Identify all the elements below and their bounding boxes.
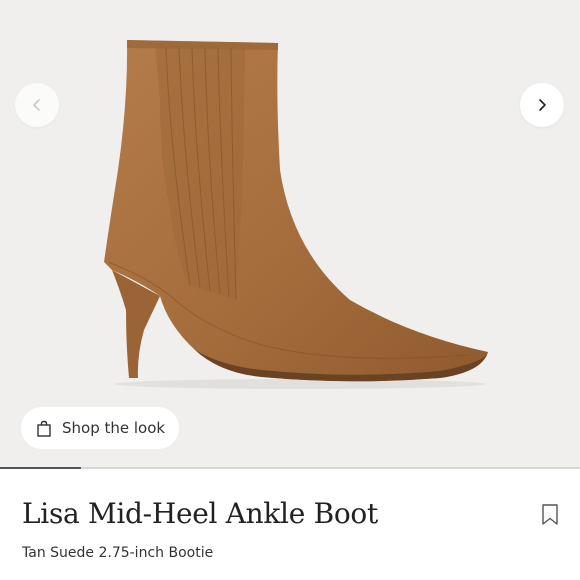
chevron-left-icon [33,99,40,111]
product-subtitle: Tan Suede 2.75-inch Bootie [22,545,214,561]
previous-image-button[interactable] [15,83,59,127]
shopping-bag-icon [37,420,51,437]
next-image-button[interactable] [520,83,564,127]
product-title: Lisa Mid-Heel Ankle Boot [22,497,378,530]
shop-the-look-button[interactable]: Shop the look [21,407,179,449]
product-image-gallery[interactable]: Shop the look [0,0,580,468]
gallery-progress-bar [0,467,580,469]
shop-the-look-label: Shop the look [62,419,166,437]
bookmark-icon [542,504,558,525]
chevron-right-icon [539,99,546,111]
save-button[interactable] [540,503,560,527]
product-image [104,40,488,389]
gallery-progress-fill [0,467,82,469]
